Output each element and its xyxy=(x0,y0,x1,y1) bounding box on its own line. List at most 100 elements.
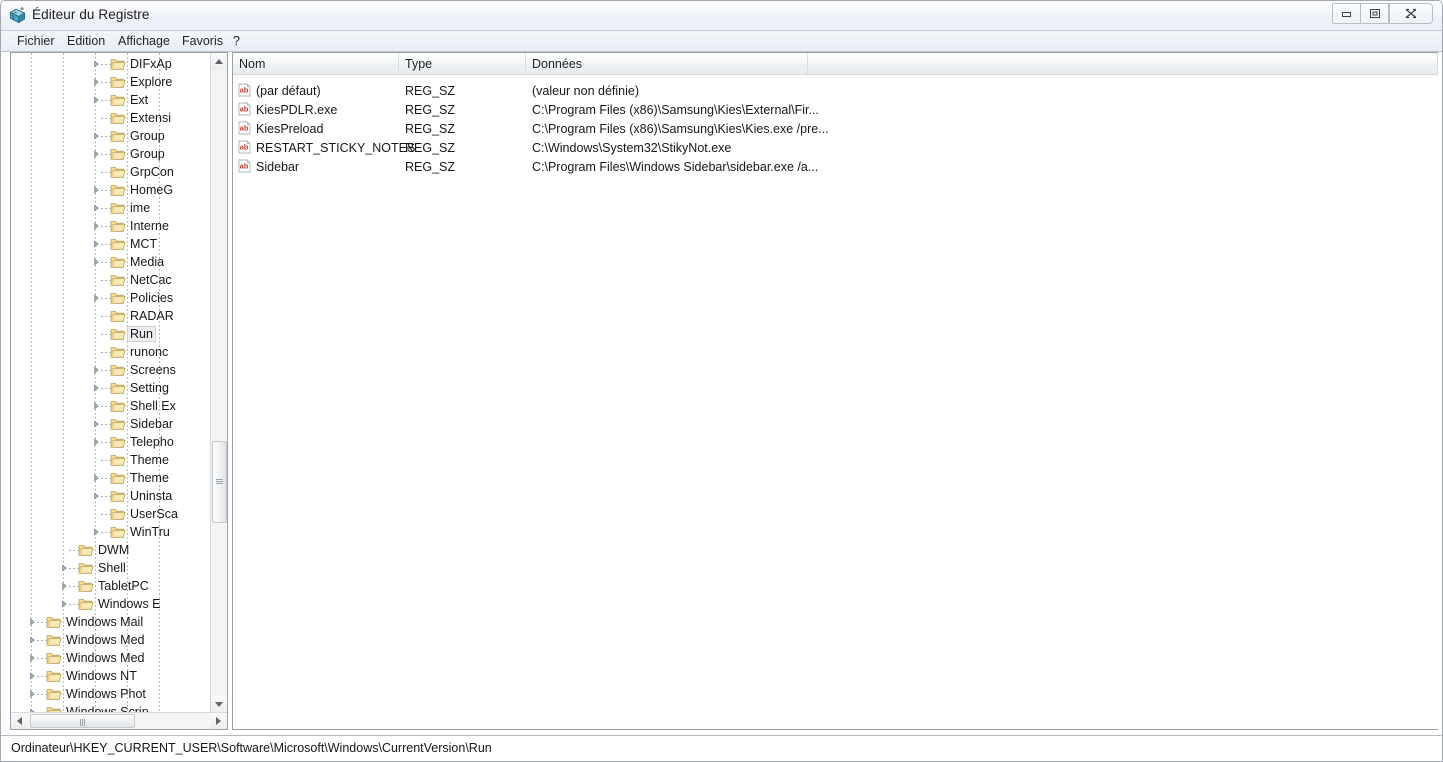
tree-item[interactable]: RADAR xyxy=(11,307,211,325)
tree-item[interactable]: WinTru xyxy=(11,523,211,541)
tree-item[interactable]: Explore xyxy=(11,73,211,91)
tree-item[interactable]: Shell xyxy=(11,559,211,577)
tree-item[interactable]: Windows NT xyxy=(11,667,211,685)
tree-item[interactable]: Group xyxy=(11,145,211,163)
scroll-down-icon[interactable] xyxy=(211,696,227,713)
minimize-button[interactable] xyxy=(1332,3,1361,24)
menu-favoris[interactable]: Favoris xyxy=(177,34,228,49)
tree-item[interactable]: Setting xyxy=(11,379,211,397)
tree-item-label: Theme xyxy=(130,453,169,467)
menu-aide[interactable]: ? xyxy=(228,34,245,49)
current-key-path: Ordinateur\HKEY_CURRENT_USER\Software\Mi… xyxy=(11,741,492,755)
tree-item[interactable]: Media xyxy=(11,253,211,271)
tree-vertical-scrollbar[interactable] xyxy=(210,53,227,713)
tree-item[interactable]: DWM xyxy=(11,541,211,559)
tree-item[interactable]: Extensi xyxy=(11,109,211,127)
tree-item[interactable]: ime xyxy=(11,199,211,217)
tree-item-label: UserSca xyxy=(130,507,178,521)
tree-item[interactable]: Windows Med xyxy=(11,631,211,649)
column-header-label: Type xyxy=(405,56,433,71)
tree-connector xyxy=(101,118,110,119)
tree-item[interactable]: DIFxAp xyxy=(11,55,211,73)
tree-item[interactable]: Windows Med xyxy=(11,649,211,667)
registry-tree[interactable]: DIFxAp Explore Ext Extensi Group Group GrpCo… xyxy=(11,53,211,713)
tree-item-label: Uninsta xyxy=(130,489,173,503)
tree-item-label: Windows NT xyxy=(66,669,137,683)
svg-text:ab: ab xyxy=(240,124,249,133)
scroll-left-icon[interactable] xyxy=(11,713,28,729)
folder-icon xyxy=(110,165,126,179)
column-header-nom[interactable]: Nom xyxy=(233,53,399,74)
folder-icon xyxy=(78,579,94,593)
tree-item-label: DWM xyxy=(98,543,130,557)
tree-item[interactable]: Shell Ex xyxy=(11,397,211,415)
tree-item[interactable]: Theme xyxy=(11,451,211,469)
tree-connector xyxy=(37,676,46,677)
tree-item[interactable]: Windows E xyxy=(11,595,211,613)
tree-connector xyxy=(101,100,110,101)
tree-item[interactable]: Ext xyxy=(11,91,211,109)
tree-vertical-scroll-thumb[interactable] xyxy=(212,441,227,523)
tree-connector xyxy=(101,514,110,515)
tree-item[interactable]: HomeG xyxy=(11,181,211,199)
tree-item-label: DIFxAp xyxy=(130,57,172,71)
tree-item[interactable]: Telepho xyxy=(11,433,211,451)
tree-connector xyxy=(37,658,46,659)
tree-item[interactable]: NetCac xyxy=(11,271,211,289)
menu-affichage[interactable]: Affichage xyxy=(113,34,175,49)
tree-connector xyxy=(69,568,78,569)
tree-item[interactable]: Windows Mail xyxy=(11,613,211,631)
tree-item-label: Media xyxy=(130,255,165,269)
value-row[interactable]: ab Sidebar REG_SZ C:\Program Files\Windows … xyxy=(233,157,1438,176)
value-row[interactable]: ab (par défaut) REG_SZ (valeur non définie) xyxy=(233,81,1438,100)
scroll-up-icon[interactable] xyxy=(211,53,227,70)
tree-item[interactable]: Group xyxy=(11,127,211,145)
column-header-blank[interactable] xyxy=(808,53,1438,74)
value-row[interactable]: ab RESTART_STICKY_NOTES REG_SZ C:\Windows\S… xyxy=(233,138,1438,157)
value-row[interactable]: ab KiesPDLR.exe REG_SZ C:\Program Files (x8… xyxy=(233,100,1438,119)
tree-connector xyxy=(101,406,110,407)
tree-item[interactable]: Windows Phot xyxy=(11,685,211,703)
tree-connector xyxy=(101,334,110,335)
tree-item-label: runonc xyxy=(130,345,169,359)
tree-item-label: Shell xyxy=(98,561,126,575)
folder-icon xyxy=(110,255,126,269)
menu-fichier[interactable]: Fichier xyxy=(12,34,60,49)
column-header-type[interactable]: Type xyxy=(399,53,526,74)
tree-item[interactable]: UserSca xyxy=(11,505,211,523)
string-value-icon: ab xyxy=(238,121,251,135)
tree-connector xyxy=(101,64,110,65)
column-header-label: Données xyxy=(532,56,583,71)
value-row[interactable]: ab KiesPreload REG_SZ C:\Program Files (x86… xyxy=(233,119,1438,138)
tree-item[interactable]: Run xyxy=(11,325,211,343)
folder-icon xyxy=(110,471,126,485)
titlebar[interactable]: Éditeur du Registre xyxy=(0,0,1443,31)
tree-item[interactable]: GrpCon xyxy=(11,163,211,181)
tree-item[interactable]: Uninsta xyxy=(11,487,211,505)
tree-item[interactable]: TabletPC xyxy=(11,577,211,595)
tree-item-label: HomeG xyxy=(130,183,174,197)
tree-item[interactable]: Sidebar xyxy=(11,415,211,433)
registry-tree-panel[interactable]: DIFxAp Explore Ext Extensi Group Group GrpCo… xyxy=(10,52,228,730)
close-button[interactable] xyxy=(1389,3,1433,24)
tree-item-label: MCT xyxy=(130,237,158,251)
scroll-right-icon[interactable] xyxy=(210,713,227,729)
tree-item[interactable]: MCT xyxy=(11,235,211,253)
tree-item[interactable]: Interne xyxy=(11,217,211,235)
tree-item-label: Shell Ex xyxy=(130,399,176,413)
maximize-button[interactable] xyxy=(1360,3,1389,24)
tree-item-label: Extensi xyxy=(130,111,171,125)
folder-icon xyxy=(110,93,126,107)
tree-horizontal-scroll-thumb[interactable] xyxy=(30,714,135,728)
tree-horizontal-scrollbar[interactable] xyxy=(11,712,227,729)
column-header-donnes[interactable]: Données xyxy=(526,53,808,74)
tree-item[interactable]: Policies xyxy=(11,289,211,307)
svg-text:ab: ab xyxy=(240,143,249,152)
tree-item[interactable]: runonc xyxy=(11,343,211,361)
menu-edition[interactable]: Edition xyxy=(62,34,110,49)
value-name: KiesPDLR.exe xyxy=(256,102,338,117)
folder-icon xyxy=(110,219,126,233)
registry-values-panel[interactable]: Nom Type Données ab (par défaut) REG_SZ (vale… xyxy=(232,52,1438,730)
tree-item[interactable]: Theme xyxy=(11,469,211,487)
tree-item[interactable]: Screens xyxy=(11,361,211,379)
